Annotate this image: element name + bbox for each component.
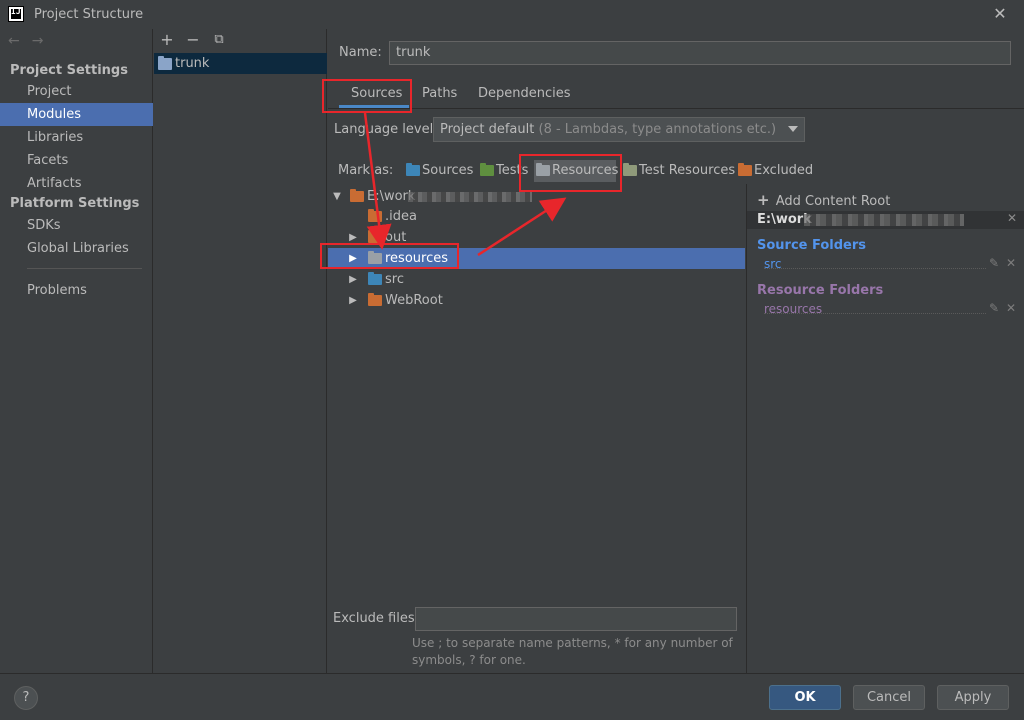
annotation-arrows	[363, 112, 567, 257]
annotation-arrow-up	[477, 197, 567, 257]
annotation-arrow-down	[363, 112, 392, 250]
